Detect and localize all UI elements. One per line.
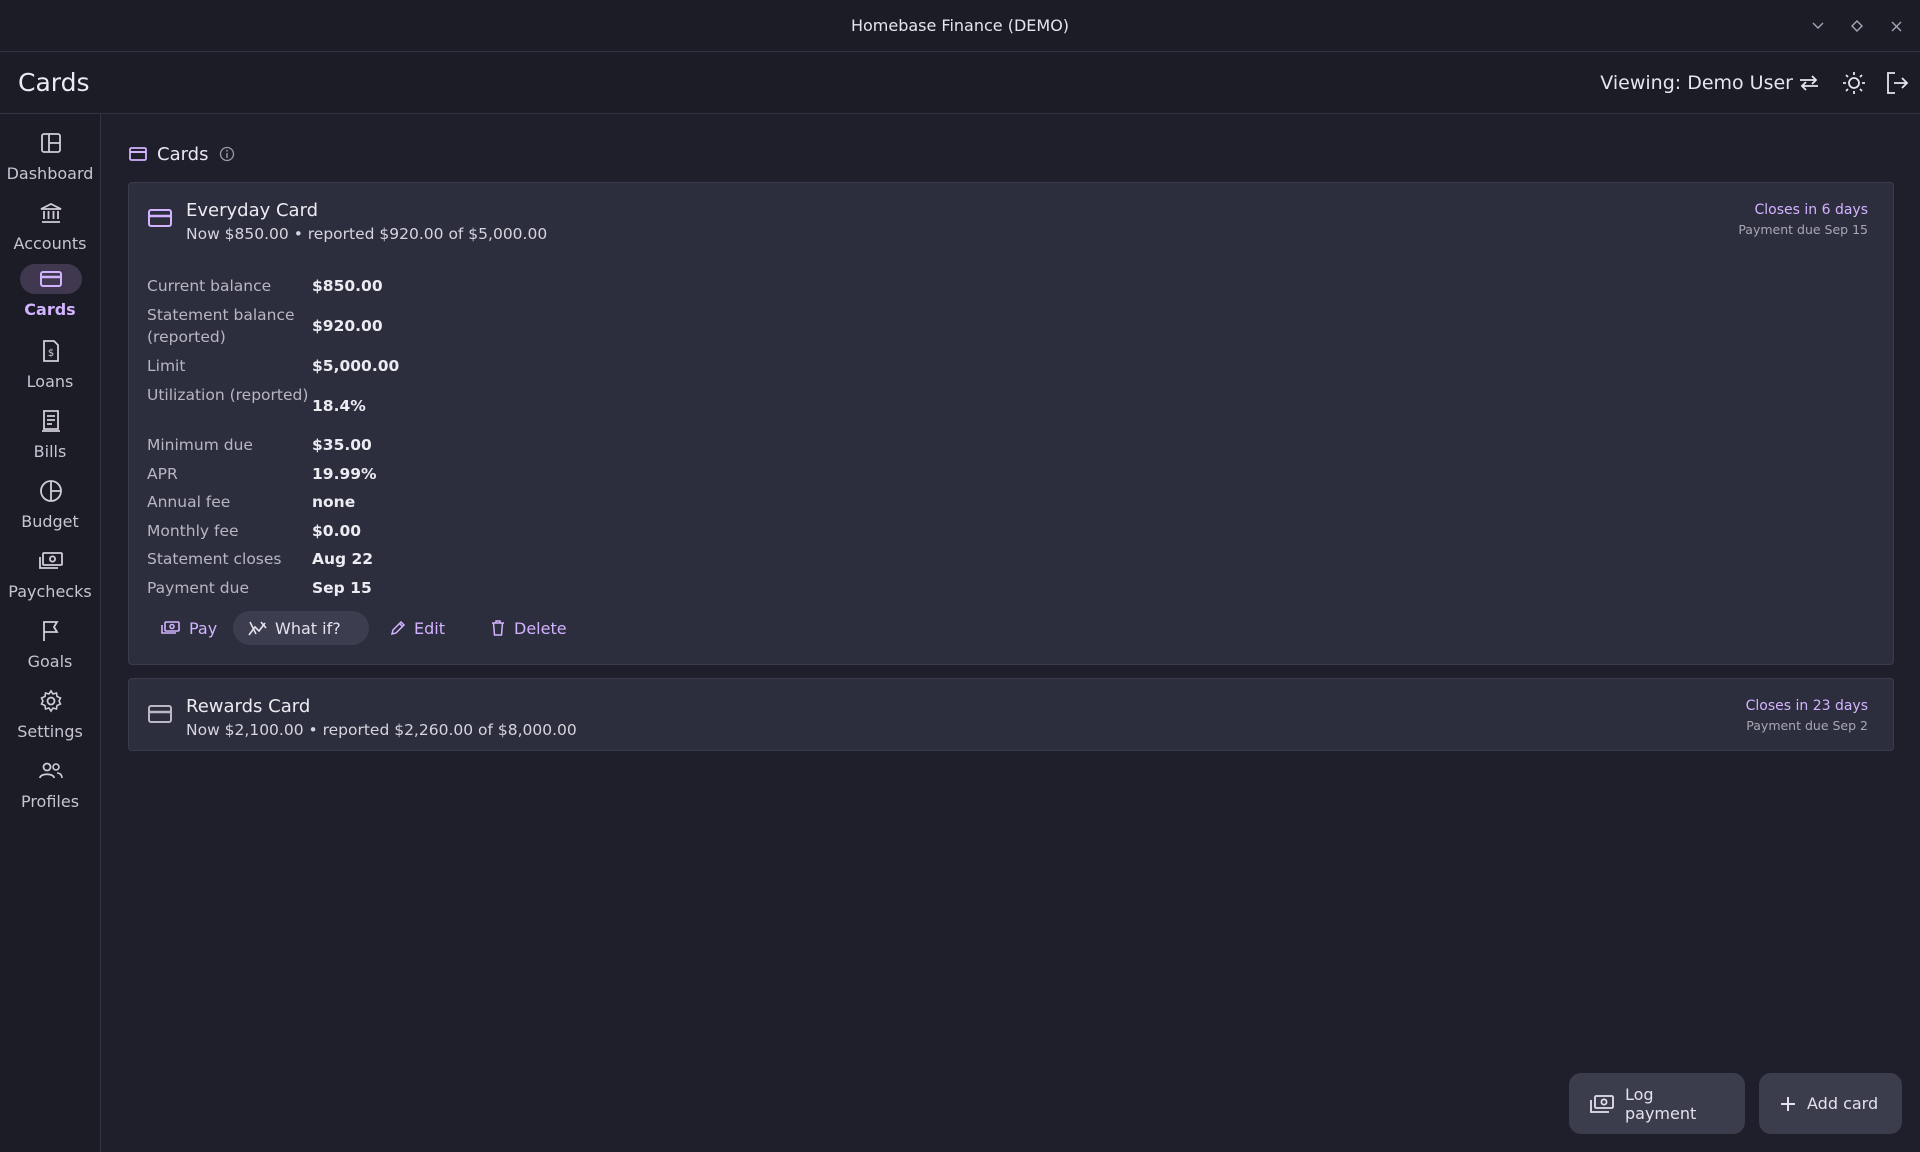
detail-value: Sep 15 <box>312 579 372 597</box>
card-summary: Now $2,100.00 • reported $2,260.00 of $8… <box>186 721 577 739</box>
sidebar-item-label: Loans <box>26 372 74 391</box>
viewing-user-switcher[interactable]: Viewing: Demo User <box>1600 72 1821 94</box>
detail-label: Utilization (reported) <box>147 386 309 404</box>
detail-value: 19.99% <box>312 465 377 483</box>
detail-label: Statement closes <box>147 550 282 568</box>
logout-icon[interactable] <box>1880 66 1914 100</box>
card-summary: Now $850.00 • reported $920.00 of $5,000… <box>186 225 548 243</box>
close-icon[interactable] <box>1886 16 1906 36</box>
window-title: Homebase Finance (DEMO) <box>850 16 1070 35</box>
card-closes-in: Closes in 23 days <box>1745 698 1868 714</box>
card-closes-in: Closes in 6 days <box>1754 202 1869 218</box>
sidebar-item-label: Profiles <box>20 792 80 811</box>
sidebar-item-label: Dashboard <box>6 164 94 183</box>
section-title: Cards <box>157 143 209 165</box>
card-icon <box>147 703 173 725</box>
sidebar-item-bills[interactable]: Bills <box>0 406 100 472</box>
maximize-icon[interactable] <box>1847 16 1867 36</box>
log-payment-label: Log payment <box>1625 1084 1697 1123</box>
edit-label: Edit <box>414 618 445 638</box>
paycheck-icon <box>20 546 82 576</box>
detail-value: $850.00 <box>312 277 383 295</box>
sidebar-item-label: Settings <box>17 722 83 741</box>
add-card-label: Add card <box>1807 1094 1879 1113</box>
detail-label: Limit <box>147 357 186 375</box>
card-icon <box>129 146 147 162</box>
plus-icon <box>1779 1095 1797 1113</box>
dashboard-icon <box>20 128 82 158</box>
sidebar-item-goals[interactable]: Goals <box>0 616 100 682</box>
sidebar-item-dashboard[interactable]: Dashboard <box>0 128 100 194</box>
viewing-label: Viewing: Demo User <box>1600 72 1793 94</box>
card-rewards[interactable]: Rewards Card Now $2,100.00 • reported $2… <box>128 678 1894 751</box>
trash-icon <box>490 619 506 637</box>
gear-icon <box>20 686 82 716</box>
minimize-icon[interactable] <box>1808 16 1828 36</box>
pay-label: Pay <box>189 618 218 638</box>
payment-icon <box>1589 1094 1615 1114</box>
delete-label: Delete <box>514 618 567 638</box>
detail-label: Current balance <box>147 277 272 295</box>
detail-value: 18.4% <box>312 397 366 415</box>
sidebar-item-label: Cards <box>24 300 76 319</box>
bill-icon <box>20 406 82 436</box>
sidebar-item-label: Accounts <box>13 234 87 253</box>
detail-label: Annual fee <box>147 493 231 511</box>
sidebar-item-budget[interactable]: Budget <box>0 476 100 542</box>
flag-icon <box>20 616 82 646</box>
sidebar-nav: Dashboard Accounts Cards $ Loans Bills B… <box>0 114 101 1152</box>
people-icon <box>20 756 82 786</box>
card-name: Rewards Card <box>186 696 311 717</box>
sidebar-item-label: Budget <box>21 512 79 531</box>
pencil-icon <box>390 620 406 636</box>
log-payment-button[interactable]: Log payment <box>1569 1073 1745 1134</box>
delete-button[interactable]: Delete <box>476 611 581 645</box>
detail-label: Monthly fee <box>147 522 239 540</box>
what-if-label: What if? <box>275 618 341 638</box>
detail-value: $0.00 <box>312 522 362 540</box>
add-card-button[interactable]: Add card <box>1759 1073 1902 1134</box>
edit-button[interactable]: Edit <box>376 611 459 645</box>
swap-icon <box>1797 73 1821 93</box>
card-everyday[interactable]: Everyday Card Now $850.00 • reported $92… <box>128 182 1894 665</box>
card-payment-due: Payment due Sep 15 <box>1738 222 1868 237</box>
budget-icon <box>20 476 82 506</box>
pay-icon <box>161 620 181 636</box>
window-titlebar: Homebase Finance (DEMO) <box>0 0 1920 52</box>
detail-label: Minimum due <box>147 436 253 454</box>
trend-icon <box>247 619 267 637</box>
detail-value: Aug 22 <box>312 550 374 568</box>
sidebar-item-label: Goals <box>27 652 73 671</box>
bank-icon <box>20 198 82 228</box>
card-icon <box>147 207 173 229</box>
loan-icon: $ <box>20 336 82 366</box>
section-header: Cards <box>129 143 235 165</box>
card-name: Everyday Card <box>186 200 319 221</box>
info-icon[interactable] <box>219 146 235 162</box>
svg-text:$: $ <box>48 348 54 359</box>
detail-value: $35.00 <box>312 436 372 454</box>
detail-value: $5,000.00 <box>312 357 400 375</box>
detail-label: Payment due <box>147 579 249 597</box>
sidebar-item-profiles[interactable]: Profiles <box>0 756 100 822</box>
sidebar-item-label: Bills <box>33 442 67 461</box>
what-if-button[interactable]: What if? <box>233 611 369 645</box>
sidebar-item-accounts[interactable]: Accounts <box>0 198 100 264</box>
theme-toggle-icon[interactable] <box>1837 66 1871 100</box>
detail-value: none <box>312 493 356 511</box>
detail-label: APR <box>147 465 178 483</box>
sidebar-item-label: Paychecks <box>8 582 92 601</box>
sidebar-item-cards[interactable]: Cards <box>0 264 100 330</box>
sidebar-item-loans[interactable]: $ Loans <box>0 336 100 402</box>
card-payment-due: Payment due Sep 2 <box>1746 718 1868 733</box>
sidebar-item-paychecks[interactable]: Paychecks <box>0 546 100 612</box>
detail-label: Statement balance (reported) <box>147 306 295 346</box>
app-header: Cards Viewing: Demo User <box>0 52 1920 114</box>
card-icon <box>20 264 82 294</box>
pay-button[interactable]: Pay <box>147 611 231 645</box>
sidebar-item-settings[interactable]: Settings <box>0 686 100 752</box>
page-title: Cards <box>18 68 90 97</box>
detail-value: $920.00 <box>312 317 383 335</box>
